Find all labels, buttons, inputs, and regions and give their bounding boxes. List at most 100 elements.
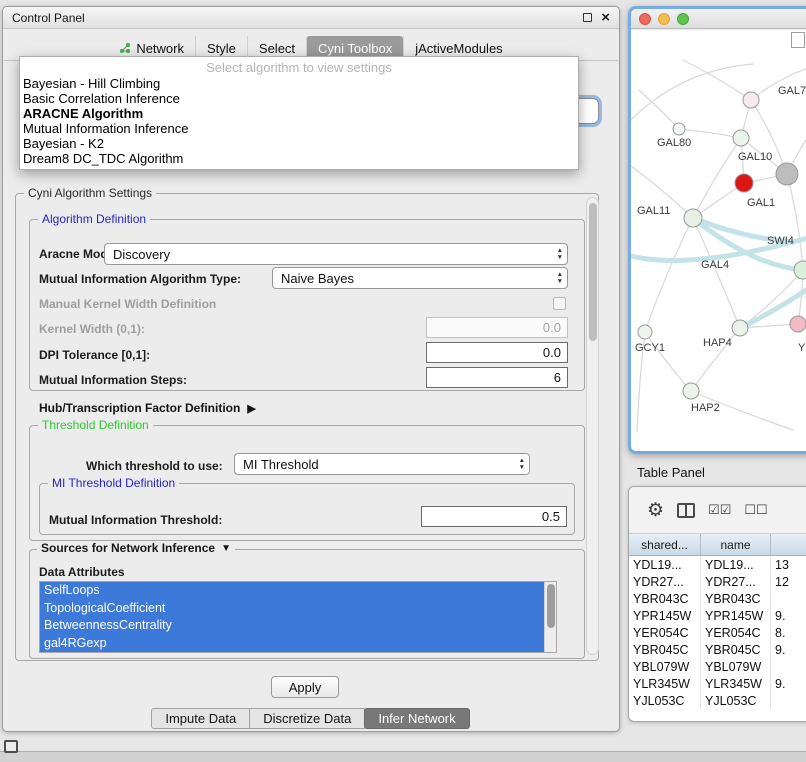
table-cell[interactable]: YJL053C [629, 692, 701, 709]
table-row[interactable]: YLR345WYLR345W9. [629, 675, 806, 692]
table-cell[interactable]: YJL053C [701, 692, 771, 709]
aracne-mode-select[interactable]: Discovery ▲▼ [104, 243, 568, 265]
algorithm-option[interactable]: Bayesian - Hill Climbing [20, 76, 578, 91]
network-node[interactable] [638, 325, 652, 339]
data-attribute-list[interactable]: SelfLoopsTopologicalCoefficientBetweenne… [39, 581, 557, 653]
table-cell[interactable]: 9. [771, 675, 806, 692]
manual-kernel-width-checkbox[interactable] [553, 297, 566, 310]
dpi-tolerance-input[interactable]: 0.0 [426, 342, 568, 363]
tab-impute-data[interactable]: Impute Data [151, 708, 250, 729]
table-cell[interactable]: 8. [771, 624, 806, 641]
table-cell[interactable] [771, 692, 806, 709]
table-cell[interactable]: 12 [771, 573, 806, 590]
column-header-name[interactable]: name [701, 534, 771, 555]
table-cell[interactable]: YLR345W [629, 675, 701, 692]
network-edge[interactable] [645, 218, 693, 332]
algorithm-option[interactable]: Dream8 DC_TDC Algorithm [20, 151, 578, 166]
table-cell[interactable]: YER054C [701, 624, 771, 641]
network-edge[interactable] [683, 60, 751, 100]
table-cell[interactable]: 13 [771, 556, 806, 573]
table-row[interactable]: YPR145WYPR145W9. [629, 607, 806, 624]
zoom-traffic-light[interactable] [677, 13, 689, 25]
table-cell[interactable]: YPR145W [629, 607, 701, 624]
column-header-shared-name[interactable]: shared... [629, 534, 701, 555]
table-cell[interactable]: YBL079W [629, 658, 701, 675]
sources-section-header[interactable]: Sources for Network Inference ▼ [37, 541, 235, 555]
deselect-all-icon[interactable]: ☐☐ [744, 502, 767, 518]
table-cell[interactable]: YLR345W [701, 675, 771, 692]
network-scroll-corner[interactable] [791, 32, 805, 48]
close-icon[interactable]: × [601, 12, 610, 24]
table-row[interactable]: YDL19...YDL19...13 [629, 556, 806, 573]
table-cell[interactable]: YDL19... [629, 556, 701, 573]
network-node[interactable] [743, 92, 759, 108]
table-cell[interactable]: YDR27... [629, 573, 701, 590]
data-attribute-item-selected[interactable]: gal4RGexp [40, 635, 556, 653]
gear-icon[interactable]: ⚙ [647, 499, 664, 522]
algorithm-option[interactable]: Mutual Information Inference [20, 121, 578, 136]
select-all-icon[interactable]: ☑☑ [708, 502, 731, 518]
table-cell[interactable]: YER054C [629, 624, 701, 641]
table-cell[interactable]: 9. [771, 607, 806, 624]
network-node[interactable] [683, 383, 699, 399]
table-cell[interactable]: YBR043C [701, 590, 771, 607]
table-cell[interactable] [771, 658, 806, 675]
settings-scrollbar[interactable] [586, 197, 599, 655]
float-window-icon[interactable] [583, 13, 592, 22]
chevron-down-icon[interactable]: ▼ [221, 543, 231, 554]
table-row[interactable]: YBR045CYBR045C9. [629, 641, 806, 658]
chevron-right-icon[interactable]: ▶ [247, 402, 255, 415]
mi-threshold-input[interactable]: 0.5 [421, 506, 567, 527]
data-attribute-item-selected[interactable]: TopologicalCoefficient [40, 600, 556, 618]
data-attribute-item-selected[interactable]: SelfLoops [40, 582, 556, 600]
table-cell[interactable]: YDL19... [701, 556, 771, 573]
table-cell[interactable]: YBR045C [629, 641, 701, 658]
mi-algorithm-type-select[interactable]: Naive Bayes ▲▼ [272, 267, 568, 289]
network-edge[interactable] [787, 174, 803, 270]
tab-infer-network[interactable]: Infer Network [364, 708, 469, 729]
table-row[interactable]: YJL053CYJL053C [629, 692, 806, 709]
close-traffic-light[interactable] [639, 13, 651, 25]
network-edge[interactable] [631, 64, 753, 120]
network-node[interactable] [794, 261, 806, 279]
scrollbar-thumb[interactable] [547, 584, 555, 628]
control-panel-titlebar[interactable]: Control Panel × [3, 7, 619, 29]
network-edge[interactable] [645, 332, 691, 391]
table-row[interactable]: YER054CYER054C8. [629, 624, 806, 641]
table-row[interactable]: YBL079WYBL079W [629, 658, 806, 675]
network-edge[interactable] [639, 90, 679, 129]
apply-button[interactable]: Apply [271, 676, 339, 698]
algorithm-option-selected[interactable]: ARACNE Algorithm [20, 106, 578, 121]
table-cell[interactable]: YBR045C [701, 641, 771, 658]
table-cell[interactable]: YDR27... [701, 573, 771, 590]
minimized-panel-icon[interactable] [4, 740, 18, 753]
attribute-list-scrollbar[interactable] [544, 582, 556, 652]
algorithm-option[interactable]: Basic Correlation Inference [20, 91, 578, 106]
data-attribute-item-selected[interactable]: BetweennessCentrality [40, 617, 556, 635]
which-threshold-select[interactable]: MI Threshold ▲▼ [234, 453, 530, 475]
network-node[interactable] [735, 174, 753, 192]
mi-steps-input[interactable]: 6 [426, 367, 568, 388]
network-node[interactable] [673, 123, 685, 135]
table-row[interactable]: YBR043CYBR043C [629, 590, 806, 607]
tab-discretize-data[interactable]: Discretize Data [249, 708, 365, 729]
table-cell[interactable]: YPR145W [701, 607, 771, 624]
minimize-traffic-light[interactable] [658, 13, 670, 25]
algorithm-option[interactable]: Bayesian - K2 [20, 136, 578, 151]
hub-transcription-factor-section[interactable]: Hub/Transcription Factor Definition ▶ [39, 401, 256, 415]
network-graph[interactable]: GAL7GAL80GAL10GAL11GAL1SWI4GAL4GCY1HAP4H… [631, 30, 806, 454]
table-cell[interactable]: YBL079W [701, 658, 771, 675]
table-cell[interactable]: 9. [771, 641, 806, 658]
table-row[interactable]: YDR27...YDR27...12 [629, 573, 806, 590]
network-canvas[interactable]: GAL7GAL80GAL10GAL11GAL1SWI4GAL4GCY1HAP4H… [631, 30, 806, 451]
network-node[interactable] [733, 130, 749, 146]
network-node[interactable] [732, 320, 748, 336]
columns-icon[interactable] [677, 503, 695, 518]
network-window-titlebar[interactable] [631, 9, 806, 29]
column-header-clipped[interactable] [771, 534, 806, 555]
network-edge[interactable] [693, 138, 741, 218]
network-node[interactable] [776, 163, 798, 185]
network-node[interactable] [790, 316, 806, 332]
scrollbar-thumb[interactable] [589, 203, 597, 341]
network-node[interactable] [684, 209, 702, 227]
